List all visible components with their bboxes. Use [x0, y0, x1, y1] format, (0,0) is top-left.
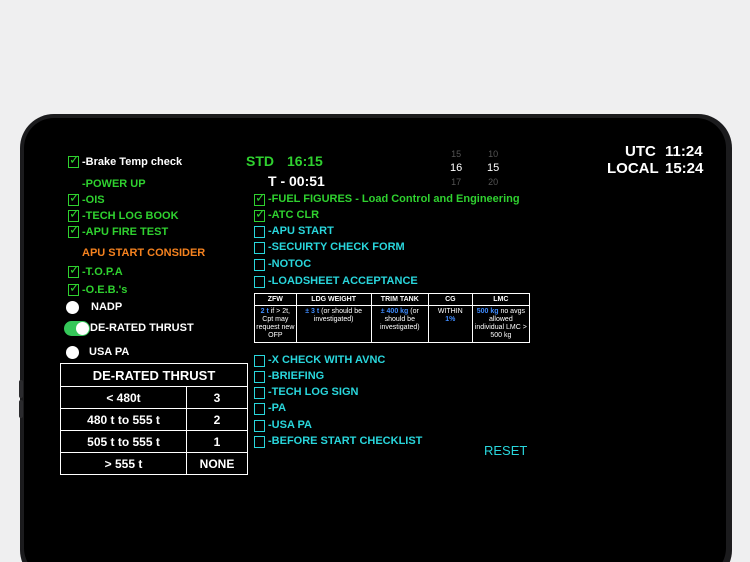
- usa-pa-label: USA PA: [89, 346, 130, 358]
- app-screen: UTC 11:24 LOCAL 15:24 STD 16:15 T - 00:5…: [24, 118, 726, 562]
- derated-thrust-label: DE-RATED THRUST: [90, 322, 194, 334]
- pa-checkbox[interactable]: [254, 403, 265, 415]
- ois-checkbox[interactable]: [68, 190, 80, 206]
- value-cell: 2: [185, 408, 249, 431]
- weight-cell: 480 t to 555 t: [60, 408, 187, 431]
- nadp-label: NADP: [91, 301, 123, 313]
- value-cell: 3: [185, 386, 249, 409]
- trim-tank-header: TRIM TANK: [370, 293, 429, 306]
- apu-start-consider-label: APU START CONSIDER: [82, 247, 206, 259]
- oebs-label: -O.E.B.'s: [82, 284, 128, 296]
- weight-cell: < 480t: [60, 386, 187, 409]
- cg-text: WITHIN: [437, 308, 463, 315]
- x-check-checkbox[interactable]: [254, 355, 265, 367]
- pa-label: -PA: [268, 402, 287, 414]
- brake-temp-checkbox[interactable]: [68, 152, 80, 168]
- apu-fire-test-checkbox[interactable]: [68, 222, 80, 238]
- before-start-label: -BEFORE START CHECKLIST: [268, 435, 423, 447]
- cg-cell: WITHIN 1%: [427, 305, 473, 343]
- derated-thrust-toggle[interactable]: [64, 321, 90, 336]
- table-row: > 555 t NONE: [60, 452, 249, 475]
- utc-time: 11:24: [665, 143, 703, 160]
- lmc-highlight: 500 kg: [476, 308, 499, 315]
- table-row: 480 t to 555 t2: [60, 408, 249, 431]
- std-label: STD: [246, 153, 274, 169]
- lmc-cell: 500 kg no avgs allowed individual LMC > …: [471, 305, 531, 343]
- trim-tank-cell: ± 400 kg (or should be investigated): [370, 305, 429, 343]
- usa-pa-radio[interactable]: [66, 346, 79, 359]
- zfw-cell: 2 t if > 2t, Cpt may request new OFP: [254, 305, 297, 343]
- ldg-weight-cell: ± 3 t (or should be investigated): [295, 305, 372, 343]
- hour-selected: 16: [450, 162, 463, 174]
- hour-next: 17: [451, 177, 462, 187]
- tech-log-book-checkbox[interactable]: [68, 206, 80, 222]
- side-button: [19, 380, 23, 398]
- derated-thrust-table: DE-RATED THRUST < 480t 3 480 t to 555 t2 …: [60, 363, 249, 475]
- apu-start-checkbox[interactable]: [254, 226, 265, 238]
- minute-next: 20: [488, 177, 499, 187]
- reset-button[interactable]: RESET: [484, 443, 527, 458]
- briefing-checkbox[interactable]: [254, 371, 265, 383]
- local-time: 15:24: [665, 160, 704, 177]
- zfw-header: ZFW: [254, 293, 297, 306]
- side-button: [19, 400, 23, 418]
- toggle-knob: [76, 322, 89, 335]
- loadsheet-label: -LOADSHEET ACCEPTANCE: [268, 275, 418, 287]
- atc-clr-label: -ATC CLR: [268, 209, 320, 221]
- fuel-figures-checkbox[interactable]: [254, 190, 266, 206]
- usa-pa-item-label: -USA PA: [268, 419, 312, 431]
- apu-fire-test-label: -APU FIRE TEST: [82, 226, 169, 238]
- apu-start-label: -APU START: [268, 225, 334, 237]
- atc-clr-checkbox[interactable]: [254, 206, 266, 222]
- minute-selected: 15: [487, 162, 500, 174]
- ldg-highlight: ± 3 t: [305, 308, 320, 315]
- tech-log-book-label: -TECH LOG BOOK: [82, 210, 179, 222]
- cg-highlight: 1%: [445, 316, 456, 323]
- nadp-radio[interactable]: [66, 301, 79, 314]
- cg-header: CG: [427, 293, 473, 306]
- local-label: LOCAL: [607, 160, 659, 177]
- ldg-text: (or should be investigated): [313, 308, 363, 323]
- briefing-label: -BRIEFING: [268, 370, 325, 382]
- brake-temp-label: -Brake Temp check: [82, 156, 183, 168]
- loadsheet-table: ZFW LDG WEIGHT TRIM TANK CG LMC 2 t if >…: [254, 293, 531, 343]
- tech-log-sign-checkbox[interactable]: [254, 387, 265, 399]
- weight-cell: > 555 t: [60, 452, 187, 475]
- trim-highlight: ± 400 kg: [380, 308, 409, 315]
- usa-pa-checkbox[interactable]: [254, 420, 265, 432]
- lmc-header: LMC: [471, 293, 531, 306]
- table-row: 505 t to 555 t1: [60, 430, 249, 453]
- loadsheet-checkbox[interactable]: [254, 276, 265, 288]
- ois-label: -OIS: [82, 194, 105, 206]
- tech-log-sign-label: -TECH LOG SIGN: [268, 386, 359, 398]
- countdown: T - 00:51: [268, 173, 325, 189]
- derated-table-title: DE-RATED THRUST: [60, 363, 248, 387]
- hour-picker[interactable]: 15 16 17: [450, 148, 462, 188]
- zfw-highlight: 2 t: [260, 308, 269, 315]
- before-start-checkbox[interactable]: [254, 436, 265, 448]
- ldg-weight-header: LDG WEIGHT: [295, 293, 372, 306]
- fuel-figures-label: -FUEL FIGURES - Load Control and Enginee…: [268, 193, 520, 205]
- value-cell: NONE: [185, 452, 249, 475]
- table-row: 2 t if > 2t, Cpt may request new OFP ± 3…: [254, 305, 531, 343]
- notoc-checkbox[interactable]: [254, 259, 265, 271]
- table-row: < 480t 3: [60, 386, 249, 409]
- weight-cell: 505 t to 555 t: [60, 430, 187, 453]
- topa-checkbox[interactable]: [68, 262, 80, 278]
- oebs-checkbox[interactable]: [68, 280, 80, 296]
- std-time[interactable]: 16:15: [287, 153, 323, 169]
- security-check-label: -SECUIRTY CHECK FORM: [268, 241, 405, 253]
- x-check-label: -X CHECK WITH AVNC: [268, 354, 386, 366]
- minute-picker[interactable]: 10 15 20: [487, 148, 499, 188]
- security-check-checkbox[interactable]: [254, 242, 265, 254]
- notoc-label: -NOTOC: [268, 258, 312, 270]
- topa-label: -T.O.P.A: [82, 266, 123, 278]
- hour-prev: 15: [451, 149, 462, 159]
- minute-prev: 10: [488, 149, 499, 159]
- value-cell: 1: [185, 430, 249, 453]
- utc-label: UTC: [625, 143, 656, 160]
- power-up-label: -POWER UP: [82, 178, 146, 190]
